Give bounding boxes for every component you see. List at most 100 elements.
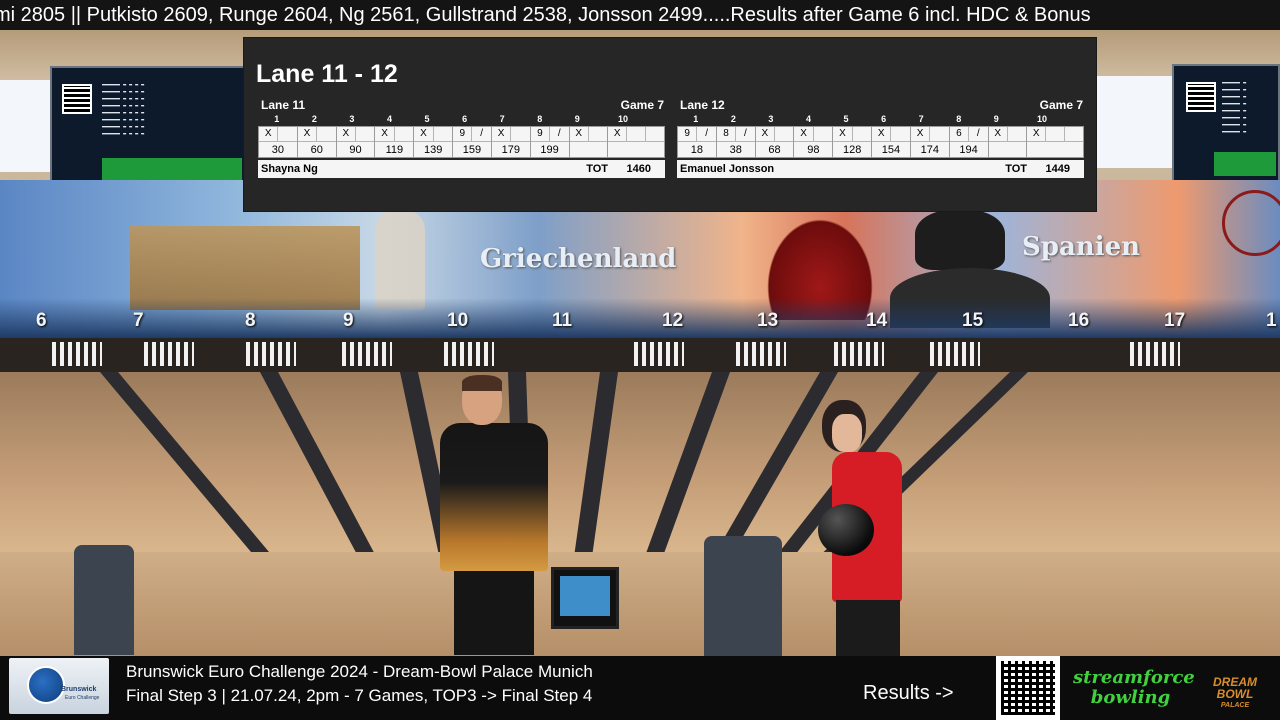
frame-8: 9/199 bbox=[530, 127, 570, 157]
ball-boxes: 9/ bbox=[678, 127, 716, 142]
frame-4: X 98 bbox=[794, 127, 834, 157]
frame-1: X 30 bbox=[259, 127, 298, 157]
frame-number: 10 bbox=[618, 114, 629, 124]
logo-brand: Brunswick bbox=[61, 686, 97, 693]
player-name: Emanuel Jonsson bbox=[680, 163, 775, 175]
mural-statue bbox=[375, 210, 425, 310]
ball-boxes: 9/ bbox=[530, 127, 569, 142]
game-header: Lane 11 Game 7 bbox=[244, 98, 664, 112]
mural-ferris-wheel bbox=[1222, 190, 1280, 256]
pin-set bbox=[342, 342, 392, 366]
results-qr-code-icon[interactable] bbox=[996, 656, 1060, 720]
frame-number: 8 bbox=[537, 114, 543, 124]
ball-boxes: X bbox=[988, 127, 1027, 142]
cumulative-score: 98 bbox=[807, 144, 820, 156]
ball-result bbox=[316, 127, 335, 141]
ball-result: X bbox=[381, 128, 388, 139]
frame-2: 8/38 bbox=[716, 127, 756, 157]
right-sponsor-panel bbox=[1096, 76, 1172, 168]
ball-result bbox=[510, 127, 529, 141]
frame-7: X 174 bbox=[910, 127, 950, 157]
ball-result: X bbox=[497, 128, 505, 139]
ticker-text: mi 2805 || Putkisto 2609, Runge 2604, Ng… bbox=[0, 4, 1091, 26]
news-ticker: mi 2805 || Putkisto 2609, Runge 2604, Ng… bbox=[0, 0, 1280, 30]
frame-number: 1 bbox=[693, 114, 699, 124]
ball-result: X bbox=[916, 128, 924, 139]
ball-result: / bbox=[696, 127, 715, 141]
ball-result bbox=[355, 127, 374, 141]
ball-result bbox=[1006, 127, 1026, 141]
logo-subtitle: Euro Challenge bbox=[65, 695, 100, 701]
ball-boxes: X bbox=[608, 127, 665, 142]
ball-result: X bbox=[839, 128, 846, 139]
cumulative-score: 174 bbox=[920, 144, 939, 156]
cumulative-score: 18 bbox=[690, 144, 704, 156]
mural-bull bbox=[915, 210, 1005, 270]
score-sheet: 9/18 8/38 X 68 X 98 X 128 X 154 X 174 6/194 X X bbox=[677, 126, 1084, 158]
frame-4: X 119 bbox=[375, 127, 415, 157]
mural-word-greece: Griechenland bbox=[480, 244, 677, 274]
ball-result: X bbox=[613, 128, 621, 139]
sponsor2-line1: DREAM BOWL bbox=[1213, 675, 1257, 701]
qr-code-icon bbox=[1186, 82, 1216, 112]
results-link[interactable]: Results -> bbox=[863, 682, 954, 705]
streamforce-bowling-logo: streamforce bowling bbox=[1073, 668, 1195, 712]
ball-result: X bbox=[761, 128, 769, 139]
brunswick-logo: Brunswick Euro Challenge bbox=[9, 658, 109, 714]
pin-set bbox=[736, 342, 786, 366]
ball-boxes: X bbox=[491, 127, 530, 142]
cumulative-score: 179 bbox=[501, 144, 520, 156]
ball-result bbox=[890, 127, 909, 141]
frame-number: 3 bbox=[349, 114, 355, 124]
cumulative-score: 159 bbox=[462, 144, 482, 156]
frame-number: 1 bbox=[274, 114, 280, 124]
score-monitor bbox=[551, 567, 619, 629]
lane-number: 12 bbox=[662, 310, 684, 331]
ball-boxes: X bbox=[259, 127, 297, 142]
lane-number: 13 bbox=[757, 310, 779, 331]
ball-result bbox=[645, 127, 664, 141]
ball-boxes: X bbox=[1027, 127, 1084, 142]
frame-8: 6/194 bbox=[949, 127, 989, 157]
frame-number: 7 bbox=[918, 114, 924, 124]
frame-number: 9 bbox=[993, 114, 999, 124]
brunswick-emblem-icon bbox=[27, 666, 65, 704]
cumulative-score: 128 bbox=[842, 144, 862, 156]
ball-boxes: 8/ bbox=[716, 127, 755, 142]
frame-5: X 139 bbox=[414, 127, 454, 157]
ball-result: 6 bbox=[956, 128, 962, 139]
frame-3: X 68 bbox=[755, 127, 795, 157]
ball-result bbox=[626, 127, 645, 141]
cumulative-score: 90 bbox=[349, 144, 362, 156]
ball-result: / bbox=[735, 127, 754, 141]
frame-9: X bbox=[988, 127, 1028, 157]
approach-floor bbox=[0, 552, 1280, 656]
ball-result: / bbox=[549, 127, 568, 141]
ball-result: 8 bbox=[723, 128, 729, 139]
scoreboard-overlay: Lane 11 - 12 Lane 11 Game 7 1 2 3 4 5 6 … bbox=[244, 38, 1096, 211]
cumulative-score: 38 bbox=[729, 144, 742, 156]
frame-9: X bbox=[569, 127, 609, 157]
ball-result bbox=[1064, 127, 1083, 141]
frame-6: 9/159 bbox=[453, 127, 492, 157]
frame-number: 9 bbox=[574, 114, 580, 124]
ball-result: X bbox=[1032, 128, 1040, 139]
ball-result bbox=[929, 127, 948, 141]
pin-set bbox=[834, 342, 884, 366]
cumulative-score: 139 bbox=[423, 144, 443, 156]
event-details: Final Step 3 | 21.07.24, 2pm - 7 Games, … bbox=[126, 686, 593, 705]
ball-result bbox=[812, 127, 832, 141]
frame-number: 6 bbox=[881, 114, 887, 124]
ball-result: X bbox=[303, 128, 311, 139]
lane-number: 17 bbox=[1164, 310, 1186, 331]
standings-list: ▬▬▬▬▬▬ ▬ ▬ ▬ ▬ ▬▬▬▬▬▬ ▬ ▬ ▬ ▬ ▬▬▬▬▬▬ ▬ ▬ ▬… bbox=[102, 82, 145, 137]
pin-set bbox=[144, 342, 194, 366]
ball-result bbox=[851, 127, 871, 141]
bowler-shayna-ng bbox=[810, 400, 910, 656]
player-name: Shayna Ng bbox=[261, 163, 318, 175]
standings-green-panel bbox=[102, 158, 242, 180]
pin-set bbox=[634, 342, 684, 366]
frame-number: 6 bbox=[462, 114, 468, 124]
left-sponsor-panel bbox=[0, 80, 50, 172]
cumulative-score: 30 bbox=[271, 144, 285, 156]
